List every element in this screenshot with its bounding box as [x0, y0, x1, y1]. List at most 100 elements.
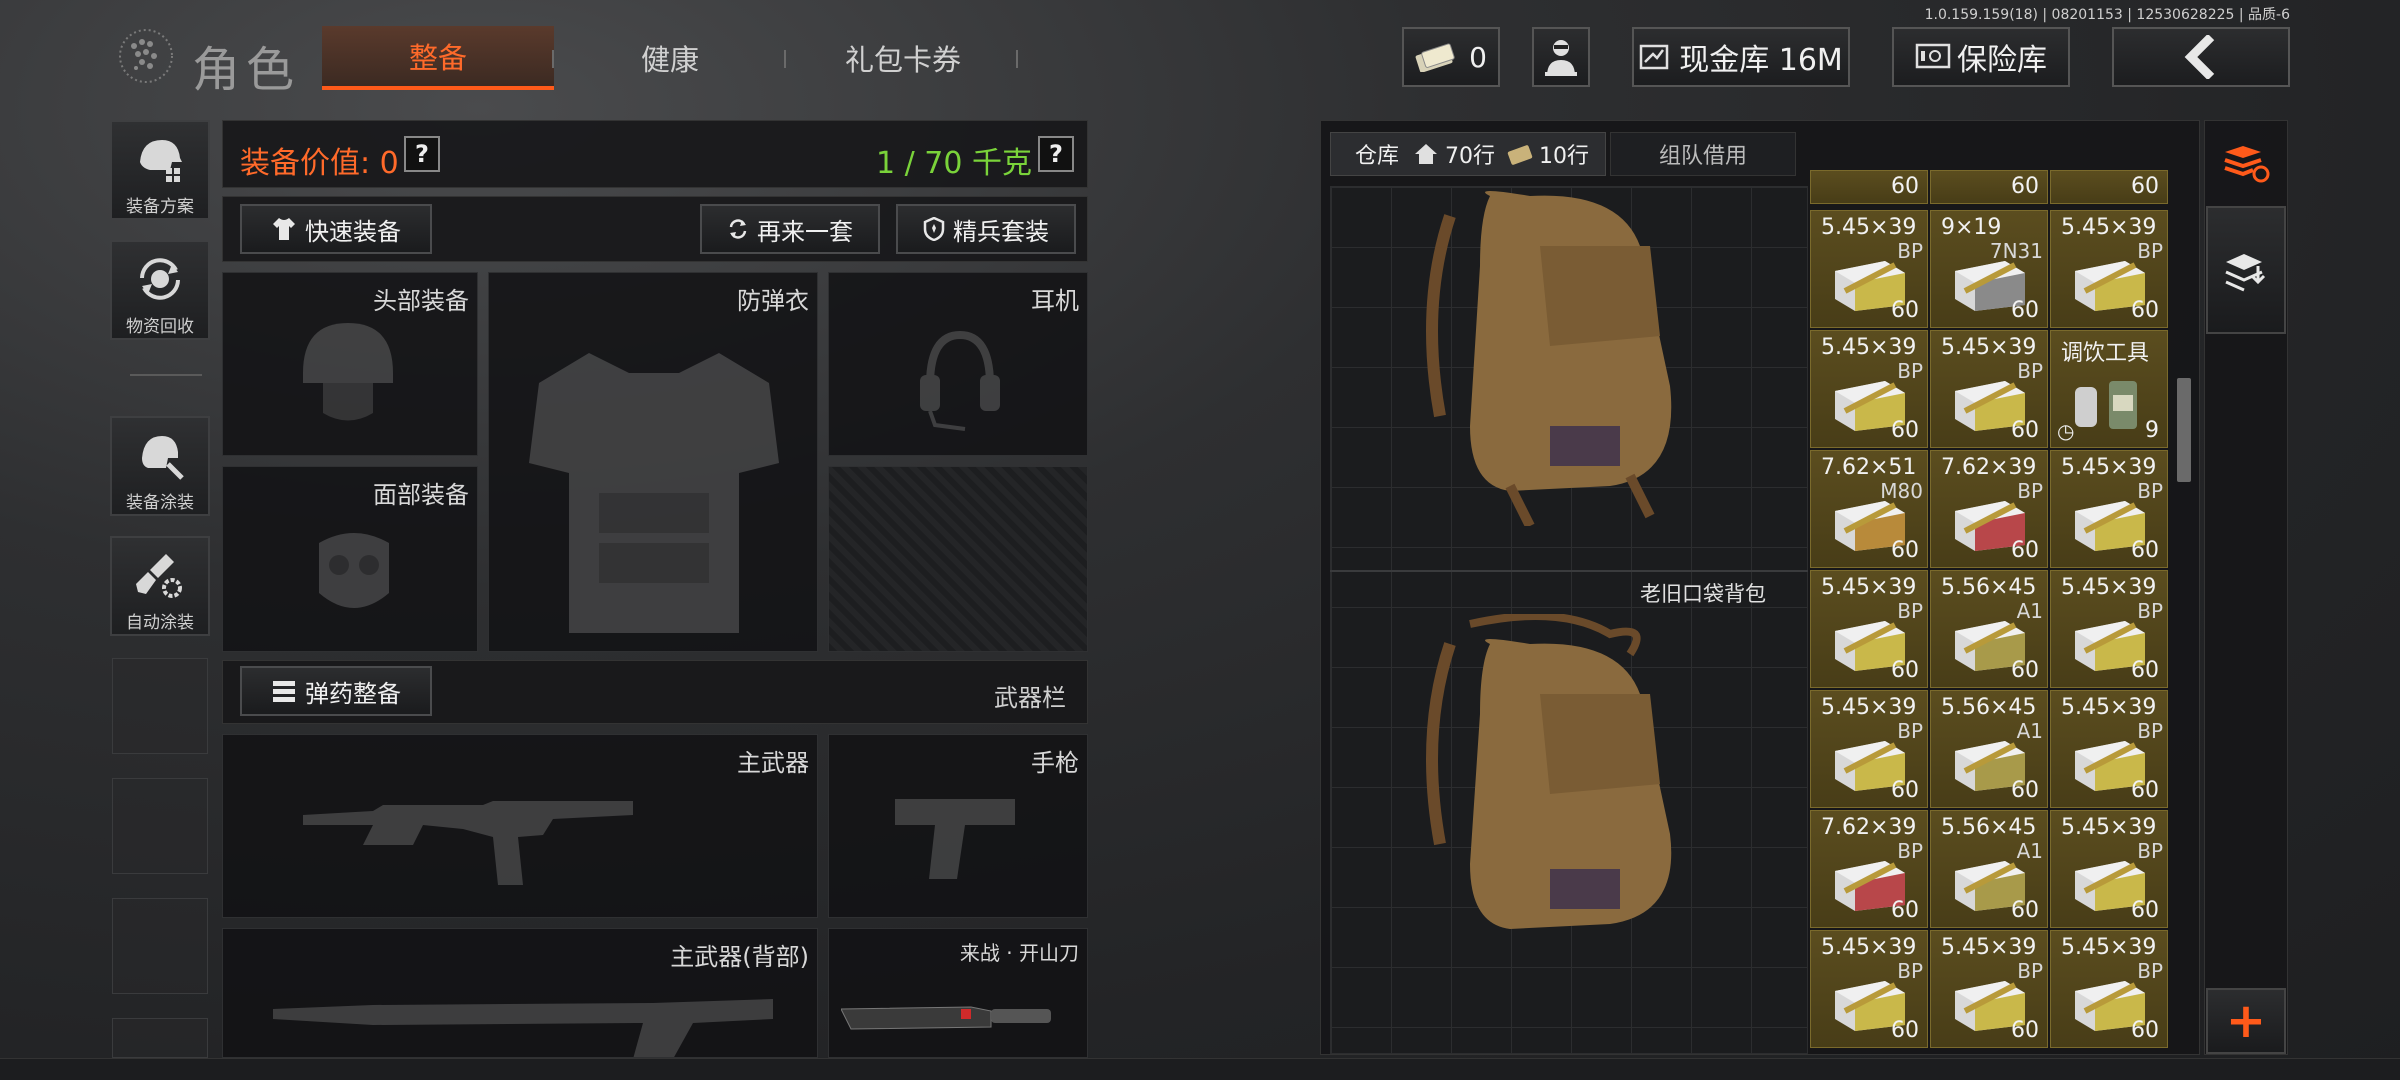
globe-logo-icon [119, 29, 173, 83]
tab-maintenance[interactable]: 整备 [322, 26, 554, 90]
bag-divider [1330, 570, 1808, 572]
tab-health[interactable]: 健康 [580, 26, 760, 90]
inventory-item[interactable]: 5.45×39 BP 60 [2050, 690, 2168, 808]
item-caliber: 9×19 [1941, 215, 2002, 240]
sidebar-item-auto-paint[interactable]: 自动涂装 [110, 536, 210, 636]
inventory-item-partial[interactable]: 60 [2050, 170, 2168, 204]
tab-gift-cards[interactable]: 礼包卡券 [800, 26, 1006, 90]
sidebar-item-label: 装备方案 [126, 197, 194, 217]
inventory-item[interactable]: 5.56×45 A1 60 [1930, 690, 2048, 808]
auto-paint-icon [136, 554, 182, 598]
shield-icon [923, 217, 945, 241]
inventory-item[interactable]: 5.45×39 BP 60 [1930, 930, 2048, 1048]
inventory-item[interactable]: 5.45×39 BP 60 [1810, 330, 1928, 448]
page-title: 角色 [192, 42, 301, 98]
inventory-item[interactable]: 5.45×39 BP 60 [2050, 930, 2168, 1048]
item-type: BP [2137, 839, 2163, 863]
sidebar-empty-slot [112, 898, 208, 994]
timer-icon: ◷ [2057, 419, 2075, 443]
tab-separator [1016, 50, 1018, 68]
help-icon[interactable]: ? [404, 136, 440, 172]
sidebar-item-loadout[interactable]: 装备方案 [110, 120, 210, 220]
slot-armor[interactable]: 防弹衣 [488, 272, 818, 652]
sidebar-item-recycle[interactable]: 物资回收 [110, 240, 210, 340]
warehouse-scrollbar[interactable] [2177, 378, 2191, 482]
slot-primary-weapon[interactable]: 主武器 [222, 734, 818, 918]
inventory-item[interactable]: 5.56×45 A1 60 [1930, 810, 2048, 928]
slot-label: 头部装备 [373, 287, 469, 315]
quick-equip-button[interactable]: 快速装备 [240, 204, 432, 254]
elite-set-button[interactable]: 精兵套装 [896, 204, 1076, 254]
item-type: BP [1897, 839, 1923, 863]
headset-silhouette-icon [920, 330, 1000, 431]
tab-warehouse[interactable]: 仓库 70行 10行 [1330, 132, 1606, 176]
inventory-item[interactable]: 5.45×39 BP 60 [2050, 810, 2168, 928]
inventory-item[interactable]: 5.45×39 BP 60 [1810, 930, 1928, 1048]
help-icon[interactable]: ? [1038, 136, 1074, 172]
inventory-item-partial[interactable]: 60 [1810, 170, 1928, 204]
item-type: A1 [2016, 719, 2043, 743]
item-caliber: 5.45×39 [2061, 215, 2157, 240]
item-count: 60 [2011, 298, 2039, 323]
sort-icon [2224, 146, 2270, 183]
item-count: 60 [1891, 538, 1919, 563]
slot-head[interactable]: 头部装备 [222, 272, 478, 456]
inventory-item[interactable]: 5.45×39 BP 60 [1930, 330, 2048, 448]
item-caliber: 5.45×39 [2061, 575, 2157, 600]
inventory-item[interactable]: 5.45×39 BP 60 [1810, 690, 1928, 808]
inventory-item[interactable]: 5.45×39 BP 60 [2050, 570, 2168, 688]
item-caliber: 7.62×51 [1821, 455, 1917, 480]
add-button[interactable]: + [2206, 988, 2286, 1054]
cash-box-icon [1639, 44, 1669, 70]
slot-label: 主武器 [737, 749, 809, 777]
item-type: A1 [2016, 839, 2043, 863]
inventory-item-partial[interactable]: 60 [1930, 170, 2048, 204]
mask-silhouette-icon [319, 533, 389, 608]
ammo-prep-button[interactable]: 弹药整备 [240, 666, 432, 716]
weight-readout: 1 / 70 千克 [876, 146, 1032, 181]
again-set-label: 再来一套 [757, 217, 853, 246]
inventory-item[interactable]: 5.45×39 BP 60 [1810, 210, 1928, 328]
item-type: BP [2017, 959, 2043, 983]
sidebar-item-label: 装备涂装 [126, 493, 194, 513]
item-type: BP [2137, 599, 2163, 623]
slot-primary-back[interactable]: 主武器(背部) [222, 928, 818, 1058]
item-count: 60 [2011, 658, 2039, 683]
slot-pistol[interactable]: 手枪 [828, 734, 1088, 918]
item-caliber: 5.45×39 [1941, 935, 2037, 960]
equipment-value: 装备价值: 0 [240, 146, 399, 181]
inventory-item[interactable]: 调饮工具 ◷ 9 [2050, 330, 2168, 448]
agent-icon [1545, 40, 1577, 76]
tab-team-borrow[interactable]: 组队借用 [1610, 132, 1796, 176]
again-set-button[interactable]: 再来一套 [700, 204, 880, 254]
item-count: 60 [1891, 658, 1919, 683]
slot-headset[interactable]: 耳机 [828, 272, 1088, 456]
inventory-item[interactable]: 5.45×39 BP 60 [1810, 570, 1928, 688]
inventory-item[interactable]: 7.62×51 M80 60 [1810, 450, 1928, 568]
safe-vault-button[interactable]: 保险库 [1892, 27, 2070, 87]
slot-label: 来战 · 开山刀 [959, 941, 1079, 965]
slot-face[interactable]: 面部装备 [222, 466, 478, 652]
item-count: 60 [2131, 898, 2159, 923]
inventory-item[interactable]: 5.45×39 BP 60 [2050, 210, 2168, 328]
backpack-icon[interactable] [1410, 186, 1700, 526]
inventory-item[interactable]: 7.62×39 BP 60 [1930, 450, 2048, 568]
agent-button[interactable] [1532, 27, 1590, 87]
inventory-item[interactable]: 9×19 7N31 60 [1930, 210, 2048, 328]
safe-icon [1915, 43, 1951, 69]
back-button[interactable] [2112, 27, 2290, 87]
cash-vault-button[interactable]: 现金库 16M [1632, 27, 1850, 87]
item-caliber: 5.56×45 [1941, 695, 2037, 720]
sidebar-item-label: 物资回收 [126, 317, 194, 337]
slot-melee[interactable]: 来战 · 开山刀 [828, 928, 1088, 1058]
store-button[interactable] [2206, 206, 2286, 334]
sidebar-item-paint[interactable]: 装备涂装 [110, 416, 210, 516]
inventory-item[interactable]: 5.45×39 BP 60 [2050, 450, 2168, 568]
inventory-item[interactable]: 5.56×45 A1 60 [1930, 570, 2048, 688]
backpack-icon[interactable] [1410, 614, 1700, 954]
inventory-item[interactable]: 7.62×39 BP 60 [1810, 810, 1928, 928]
loadout-icon [140, 140, 182, 182]
sort-button[interactable] [2206, 124, 2286, 204]
machete-icon [841, 1006, 1051, 1030]
money-counter[interactable]: 0 [1402, 27, 1500, 87]
